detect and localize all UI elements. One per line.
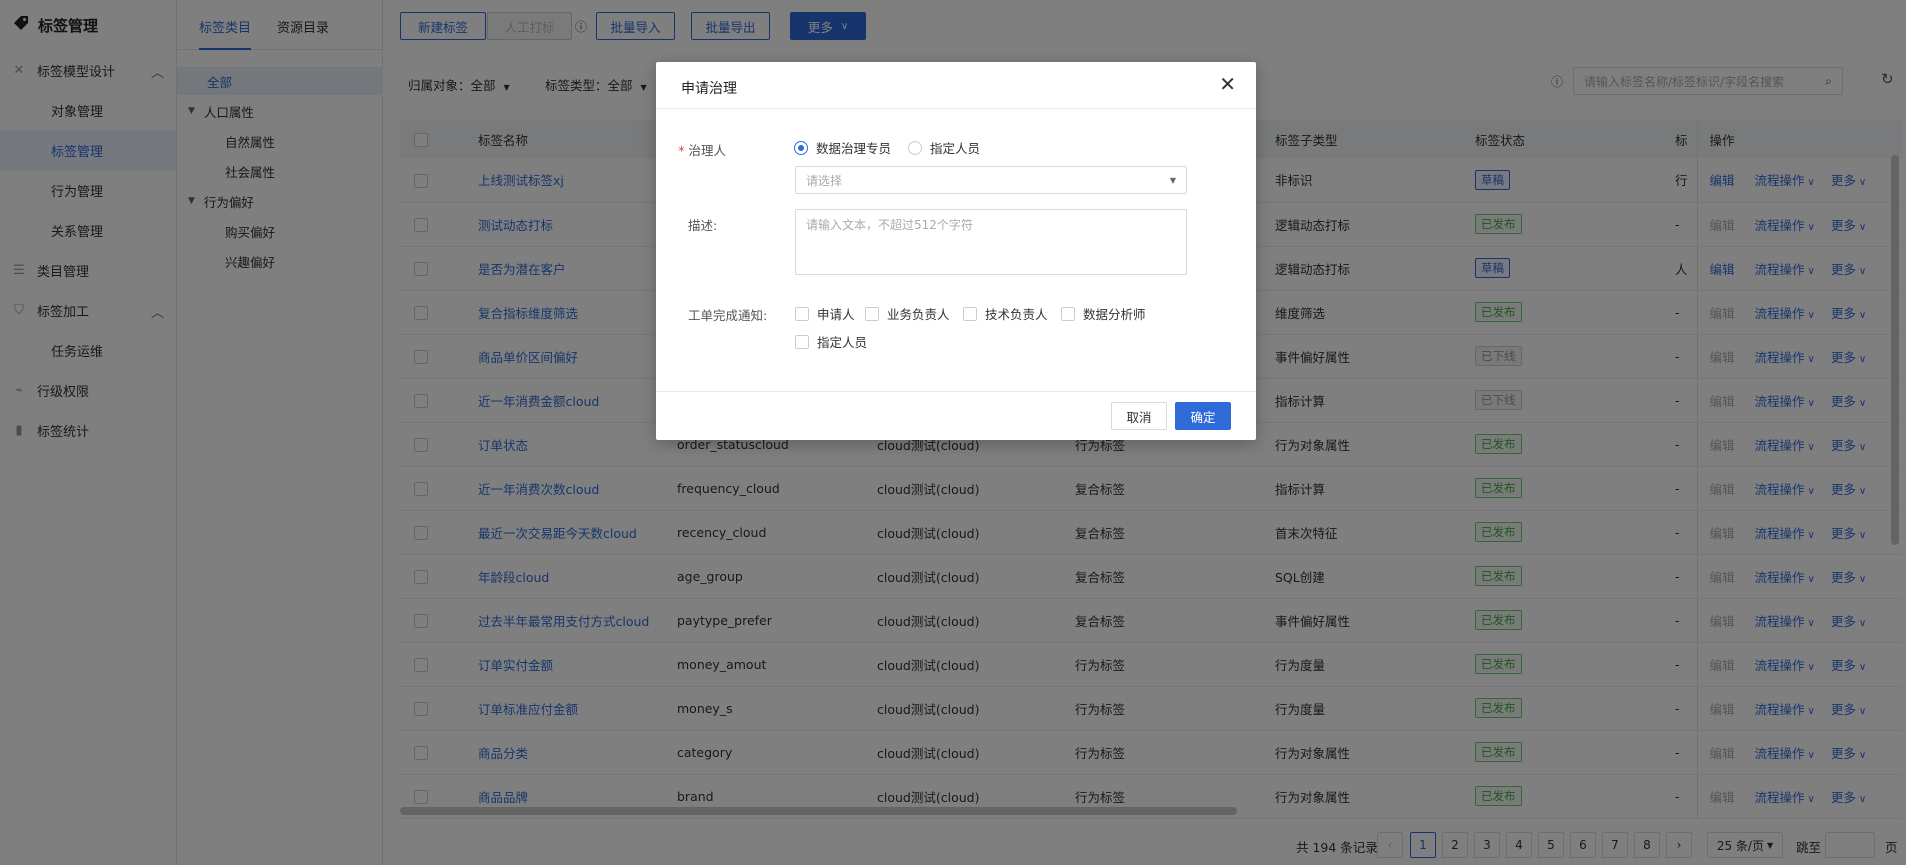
- handler-select[interactable]: 请选择 ▼: [795, 166, 1187, 194]
- notify-label: 工单完成通知:: [688, 308, 768, 323]
- dialog-header: 申请治理 ✕: [656, 62, 1256, 109]
- notify-data-analyst[interactable]: 数据分析师: [1061, 304, 1146, 323]
- confirm-button[interactable]: 确定: [1175, 402, 1231, 430]
- dialog-footer: 取消 确定: [656, 391, 1256, 440]
- checkbox: [865, 306, 879, 321]
- checkbox: [963, 306, 977, 321]
- desc-textarea[interactable]: 请输入文本，不超过512个字符: [795, 209, 1187, 275]
- radio-assign-dot: [908, 140, 922, 155]
- handler-select-placeholder: 请选择: [806, 173, 843, 188]
- checkbox-label: 指定人员: [817, 335, 868, 350]
- notify-applicant[interactable]: 申请人: [795, 304, 855, 323]
- desc-placeholder: 请输入文本，不超过512个字符: [806, 218, 973, 232]
- required-mark: *: [678, 143, 685, 158]
- checkbox: [795, 306, 809, 321]
- close-icon[interactable]: ✕: [1219, 74, 1236, 94]
- radio-expert-dot: [794, 140, 808, 155]
- cancel-button[interactable]: 取消: [1111, 402, 1167, 430]
- checkbox: [1061, 306, 1075, 321]
- notify-assigned[interactable]: 指定人员: [795, 332, 867, 351]
- checkbox-label: 技术负责人: [985, 307, 1048, 322]
- radio-assign[interactable]: 指定人员: [908, 138, 980, 157]
- dialog-title: 申请治理: [681, 81, 737, 97]
- radio-expert-label: 数据治理专员: [816, 141, 892, 156]
- checkbox: [795, 334, 809, 349]
- checkbox-label: 申请人: [817, 307, 855, 322]
- checkbox-label: 业务负责人: [887, 307, 950, 322]
- handler-label: * 治理人: [676, 140, 726, 159]
- checkbox-label: 数据分析师: [1083, 307, 1146, 322]
- handler-label-text: 治理人: [688, 143, 726, 158]
- notify-tech-owner[interactable]: 技术负责人: [963, 304, 1048, 323]
- notify-business-owner[interactable]: 业务负责人: [865, 304, 950, 323]
- radio-expert[interactable]: 数据治理专员: [794, 138, 891, 157]
- caret-down-icon: ▼: [1169, 175, 1176, 185]
- desc-label: 描述:: [688, 218, 718, 233]
- radio-assign-label: 指定人员: [930, 141, 981, 156]
- apply-governance-dialog: 申请治理 ✕ * 治理人 数据治理专员 指定人员 请选择 ▼ 描述: 请输入文本…: [656, 62, 1256, 440]
